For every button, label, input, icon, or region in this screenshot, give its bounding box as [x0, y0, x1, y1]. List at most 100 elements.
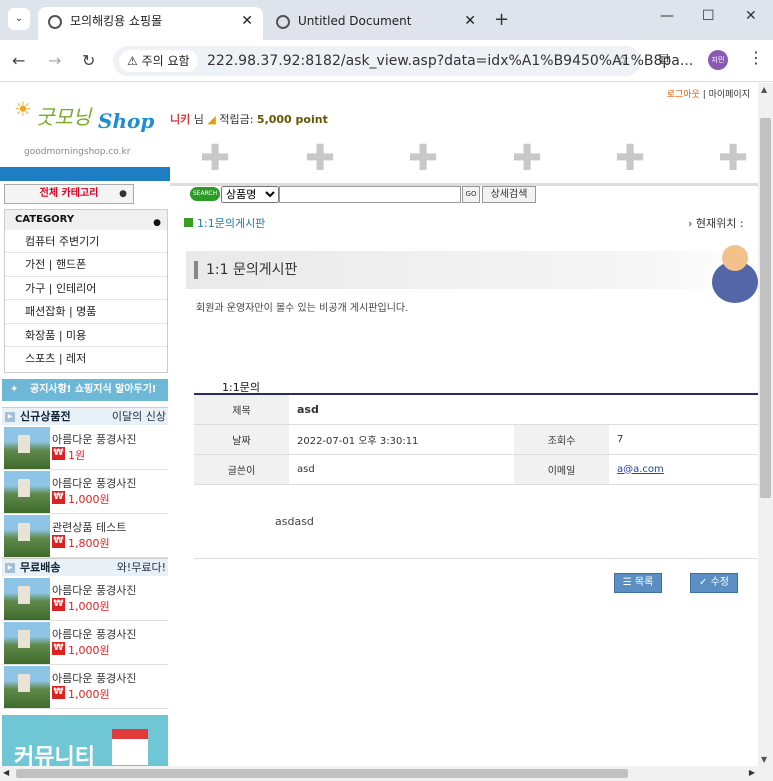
free-shipping-subtitle[interactable]: 와!무료다! [117, 559, 166, 577]
search-bar: SEARCH 상품명 GO 상세검색 [190, 186, 590, 204]
maximize-icon[interactable]: ☐ [702, 8, 715, 24]
category-item[interactable]: 스포츠 | 레저 [5, 347, 167, 370]
breadcrumb-label[interactable]: 1:1문의게시판 [197, 217, 265, 230]
minimize-icon[interactable]: — [660, 8, 674, 24]
logo-shop: Shop [98, 109, 155, 133]
globe-icon [48, 15, 62, 29]
mascot-image [708, 241, 758, 303]
breadcrumb: 1:1문의게시판 [184, 215, 265, 231]
email-label: 이메일 [514, 454, 609, 485]
bookmark-star-icon[interactable]: ☆ [616, 51, 629, 69]
horizontal-scrollbar[interactable]: ◀ ▶ [0, 766, 773, 781]
product-item[interactable]: 아름다운 풍경사진 ₩ 1,000원 [2, 577, 168, 621]
category-item[interactable]: 패션잡화 | 명품 [5, 300, 167, 324]
product-thumbnail[interactable] [4, 666, 50, 708]
logout-link[interactable]: 로그아웃 [667, 90, 700, 100]
date-label: 날짜 [194, 424, 289, 455]
scroll-up-icon[interactable]: ▲ [761, 85, 767, 94]
product-name[interactable]: 아름다운 풍경사진 [52, 475, 136, 491]
user-name: 니키 [170, 113, 191, 126]
puzzle-icon: ✚ [305, 138, 336, 179]
bulb-icon: ✦ [10, 384, 19, 395]
user-suffix: 님 [193, 113, 204, 126]
scroll-left-icon[interactable]: ◀ [3, 768, 9, 777]
vertical-scrollbar[interactable]: ▲ ▼ [758, 83, 773, 766]
product-item[interactable]: 아름다운 풍경사진 ₩ 1,000원 [2, 621, 168, 665]
search-field-select[interactable]: 상품명 [221, 186, 279, 203]
new-products-title: 신규상품전 [20, 410, 71, 423]
product-name[interactable]: 아름다운 풍경사진 [52, 582, 136, 598]
list-button[interactable]: ☰ 목록 [614, 573, 662, 593]
email-link[interactable]: a@a.com [617, 464, 664, 475]
views-value: 7 [609, 424, 758, 455]
search-input[interactable] [279, 186, 461, 203]
close-window-icon[interactable]: ✕ [745, 8, 757, 24]
category-item[interactable]: 가구 | 인테리어 [5, 277, 167, 301]
tab-title: 모의해킹용 쇼핑몰 [70, 14, 163, 28]
mypage-link[interactable]: 마이페이지 [709, 90, 750, 100]
won-icon: ₩ [52, 598, 65, 611]
puzzle-icon: ✚ [512, 138, 543, 179]
close-tab-icon[interactable]: ✕ [464, 7, 476, 35]
views-label: 조회수 [514, 424, 609, 455]
reload-icon[interactable]: ↻ [82, 51, 95, 70]
close-tab-icon[interactable]: ✕ [241, 7, 253, 35]
product-thumbnail[interactable] [4, 622, 50, 664]
scroll-down-icon[interactable]: ▼ [761, 755, 767, 764]
scroll-thumb[interactable] [760, 118, 771, 498]
omnibox[interactable]: ⚠ 주의 요함 222.98.37.92:8182/ask_view.asp?d… [113, 46, 693, 76]
product-item[interactable]: 관련상품 테스트 ₩ 1,800원 [2, 514, 168, 558]
date-value: 2022-07-01 오후 3:30:11 [289, 424, 514, 455]
product-thumbnail[interactable] [4, 578, 50, 620]
security-chip[interactable]: ⚠ 주의 요함 [119, 50, 198, 72]
product-item[interactable]: 아름다운 풍경사진 ₩ 1원 [2, 426, 168, 470]
new-products-subtitle[interactable]: 이달의 신상 [112, 408, 166, 426]
product-item[interactable]: 아름다운 풍경사진 ₩ 1,000원 [2, 665, 168, 709]
product-name[interactable]: 아름다운 풍경사진 [52, 626, 136, 642]
notice-banner[interactable]: ✦ 공지사항! 쇼핑지식 알아두기! [2, 379, 168, 401]
arrow-icon: ● [153, 218, 161, 228]
edit-button-label: 수정 [710, 577, 729, 588]
category-item[interactable]: 화장품 | 미용 [5, 324, 167, 347]
product-name[interactable]: 관련상품 테스트 [52, 519, 126, 535]
new-products-header: ▶ 신규상품전 이달의 신상 [2, 407, 168, 425]
advanced-search-button[interactable]: 상세검색 [482, 186, 536, 203]
product-price: 1,000원 [68, 493, 110, 506]
product-price: 1,800원 [68, 537, 110, 550]
mascot-head [722, 245, 748, 271]
web-page: ☀ 굿모닝 Shop goodmorningshop.co.kr 로그아웃 | … [0, 83, 758, 766]
product-thumbnail[interactable] [4, 515, 50, 557]
search-go-button[interactable]: GO [462, 186, 480, 203]
post-body: asdasd [275, 515, 314, 528]
category-item[interactable]: 컴퓨터 주변기기 [5, 230, 167, 254]
tab-search-dropdown[interactable]: ⌄ [8, 8, 30, 30]
page-title-bar: 1:1 문의게시판 [186, 251, 758, 289]
forward-icon[interactable]: → [48, 51, 61, 70]
scroll-thumb[interactable] [16, 769, 628, 778]
scroll-right-icon[interactable]: ▶ [749, 768, 755, 777]
calendar-icon [112, 729, 148, 765]
community-banner[interactable]: 커뮤니티 [2, 715, 168, 766]
category-item[interactable]: 가전 | 핸드폰 [5, 253, 167, 277]
new-tab-button[interactable]: + [494, 7, 509, 33]
tab-title: Untitled Document [298, 14, 412, 28]
kebab-menu-icon[interactable]: ⋮ [748, 48, 764, 67]
product-thumbnail[interactable] [4, 471, 50, 513]
extensions-icon[interactable]: ⧉ [659, 49, 670, 69]
category-header: CATEGORY ● [5, 210, 167, 230]
all-categories-button[interactable]: 전체 카테고리 ● [4, 184, 134, 204]
search-badge: SEARCH [190, 187, 220, 201]
notice-banner-label: 공지사항! 쇼핑지식 알아두기! [30, 384, 157, 395]
product-item[interactable]: 아름다운 풍경사진 ₩ 1,000원 [2, 470, 168, 514]
won-icon: ₩ [52, 642, 65, 655]
product-name[interactable]: 아름다운 풍경사진 [52, 670, 136, 686]
won-icon: ₩ [52, 535, 65, 548]
back-icon[interactable]: ← [12, 51, 25, 70]
site-logo[interactable]: ☀ 굿모닝 Shop goodmorningshop.co.kr [14, 97, 159, 163]
tab-inactive[interactable]: Untitled Document ✕ [266, 7, 486, 40]
edit-button[interactable]: ✓ 수정 [690, 573, 738, 593]
product-thumbnail[interactable] [4, 427, 50, 469]
tab-active[interactable]: 모의해킹용 쇼핑몰 ✕ [38, 7, 263, 40]
profile-avatar[interactable]: 지민 [708, 50, 728, 70]
product-name[interactable]: 아름다운 풍경사진 [52, 431, 136, 447]
